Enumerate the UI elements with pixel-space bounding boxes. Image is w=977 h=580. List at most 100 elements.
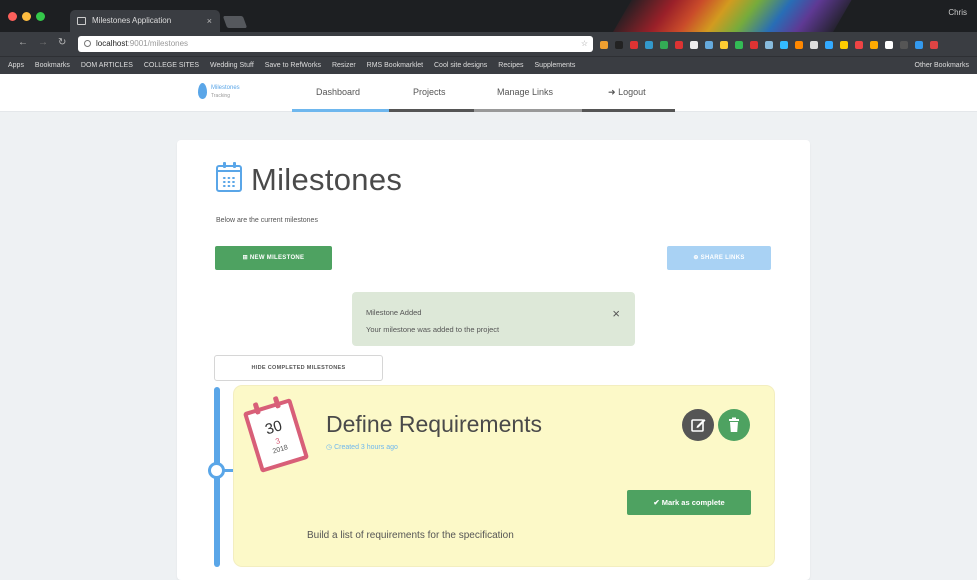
address-path: :9001/milestones	[127, 39, 189, 48]
extension-icon[interactable]	[600, 41, 608, 49]
app-navbar: Milestones Tracking Dashboard Projects M…	[0, 74, 977, 112]
bookmarks-bar: Apps Bookmarks DOM ARTICLES COLLEGE SITE…	[0, 56, 977, 74]
logo-text-bottom: Tracking	[211, 93, 230, 99]
extension-icon[interactable]	[780, 41, 788, 49]
extension-icon[interactable]	[705, 41, 713, 49]
nav-logout-label: Logout	[618, 87, 646, 97]
page-title: Milestones	[251, 162, 403, 197]
bookmark-item[interactable]: COLLEGE SITES	[144, 57, 199, 74]
extension-icon[interactable]	[930, 41, 938, 49]
extension-icon[interactable]	[735, 41, 743, 49]
share-links-button[interactable]: ⊕ SHARE LINKS	[667, 246, 771, 270]
bookmark-item[interactable]: Supplements	[535, 57, 576, 74]
minimize-window-icon[interactable]	[22, 12, 31, 21]
bookmark-item[interactable]: Wedding Stuff	[210, 57, 254, 74]
milestone-title: Define Requirements	[326, 411, 543, 437]
mark-complete-label: Mark as complete	[661, 498, 725, 507]
tab-close-icon[interactable]: ×	[207, 10, 212, 32]
extension-icon[interactable]	[840, 41, 848, 49]
extension-icon[interactable]	[615, 41, 623, 49]
bookmark-item[interactable]: Cool site designs	[434, 57, 487, 74]
clock-icon: ◷	[326, 444, 333, 451]
new-milestone-label: NEW MILESTONE	[249, 255, 305, 261]
alert-title: Milestone Added	[366, 308, 422, 317]
timeline-node	[208, 462, 225, 479]
new-tab-button[interactable]	[222, 16, 248, 28]
bookmark-item[interactable]: Resizer	[332, 57, 356, 74]
logo-drop-icon	[198, 83, 207, 99]
calendar-icon	[216, 162, 242, 192]
back-icon[interactable]: ←	[18, 37, 28, 48]
extension-icon[interactable]	[870, 41, 878, 49]
alert-message: Your milestone was added to the project	[366, 325, 500, 334]
milestone-description: Build a list of requirements for the spe…	[307, 530, 514, 541]
badge-ring	[272, 395, 281, 409]
close-window-icon[interactable]	[8, 12, 17, 21]
bookmark-star-icon[interactable]: ☆	[581, 36, 588, 52]
calendar-ring	[233, 162, 236, 168]
browser-toolbar: ← → ↻ localhost:9001/milestones ☆	[0, 32, 977, 56]
new-milestone-button[interactable]: ⊞ NEW MILESTONE	[215, 246, 332, 270]
new-milestone-icon: ⊞	[242, 255, 248, 261]
extension-icon[interactable]	[690, 41, 698, 49]
extension-icon[interactable]	[855, 41, 863, 49]
nav-underline-logout	[582, 109, 675, 112]
address-bar[interactable]: localhost:9001/milestones ☆	[78, 36, 593, 52]
share-links-label: SHARE LINKS	[700, 255, 745, 261]
app-logo[interactable]: Milestones Tracking	[198, 83, 268, 105]
extension-icon[interactable]	[645, 41, 653, 49]
extension-icon[interactable]	[810, 41, 818, 49]
bookmark-item[interactable]: Bookmarks	[35, 57, 70, 74]
success-alert: Milestone Added Your milestone was added…	[352, 292, 635, 346]
calendar-grid	[222, 176, 236, 187]
bookmark-item[interactable]: DOM ARTICLES	[81, 57, 133, 74]
extension-icon[interactable]	[900, 41, 908, 49]
hide-completed-button[interactable]: HIDE COMPLETED MILESTONES	[214, 355, 383, 381]
extension-icon[interactable]	[630, 41, 638, 49]
logout-icon: ➜	[608, 87, 616, 97]
zoom-window-icon[interactable]	[36, 12, 45, 21]
extension-icon[interactable]	[915, 41, 923, 49]
trash-icon	[729, 417, 739, 432]
other-bookmarks[interactable]: Other Bookmarks	[915, 57, 969, 74]
extension-icon[interactable]	[885, 41, 893, 49]
date-badge: 30 3 2018	[242, 395, 310, 473]
extension-icon[interactable]	[750, 41, 758, 49]
browser-tab[interactable]: Milestones Application ×	[70, 10, 220, 32]
extension-icon[interactable]	[765, 41, 773, 49]
tab-title: Milestones Application	[92, 16, 172, 25]
edit-milestone-button[interactable]	[682, 409, 714, 441]
calendar-ring	[223, 162, 226, 168]
logo-text-top: Milestones	[211, 85, 240, 91]
bookmark-item[interactable]: Apps	[8, 57, 24, 74]
nav-projects[interactable]: Projects	[413, 87, 446, 97]
extension-icon[interactable]	[675, 41, 683, 49]
profile-name[interactable]: Chris	[948, 8, 967, 17]
tab-favicon-icon	[77, 17, 86, 25]
extension-icon[interactable]	[720, 41, 728, 49]
mark-complete-button[interactable]: ✔ Mark as complete	[627, 490, 751, 515]
milestone-created-text: Created 3 hours ago	[334, 444, 398, 451]
extension-icon[interactable]	[825, 41, 833, 49]
nav-manage-links[interactable]: Manage Links	[497, 87, 553, 97]
bookmark-item[interactable]: Recipes	[498, 57, 523, 74]
info-icon[interactable]	[84, 40, 91, 47]
nav-underline-projects	[389, 109, 474, 112]
bookmark-item[interactable]: Save to RefWorks	[265, 57, 321, 74]
forward-icon[interactable]: →	[38, 37, 48, 48]
main-card: Milestones Below are the current milesto…	[177, 140, 810, 580]
share-icon: ⊕	[693, 255, 699, 261]
alert-close-icon[interactable]: ×	[612, 306, 620, 321]
page-subtitle: Below are the current milestones	[216, 217, 318, 224]
milestone-card: 30 3 2018 Define Requirements ◷ Created …	[234, 386, 774, 566]
extension-icon[interactable]	[660, 41, 668, 49]
milestone-created: ◷ Created 3 hours ago	[326, 443, 398, 451]
reload-icon[interactable]: ↻	[58, 37, 66, 48]
nav-dashboard[interactable]: Dashboard	[316, 87, 360, 97]
bookmark-item[interactable]: RMS Bookmarklet	[367, 57, 423, 74]
nav-logout[interactable]: ➜ Logout	[608, 87, 646, 98]
delete-milestone-button[interactable]	[718, 409, 750, 441]
extension-icon[interactable]	[795, 41, 803, 49]
check-icon: ✔	[653, 498, 660, 507]
badge-ring	[252, 401, 261, 415]
